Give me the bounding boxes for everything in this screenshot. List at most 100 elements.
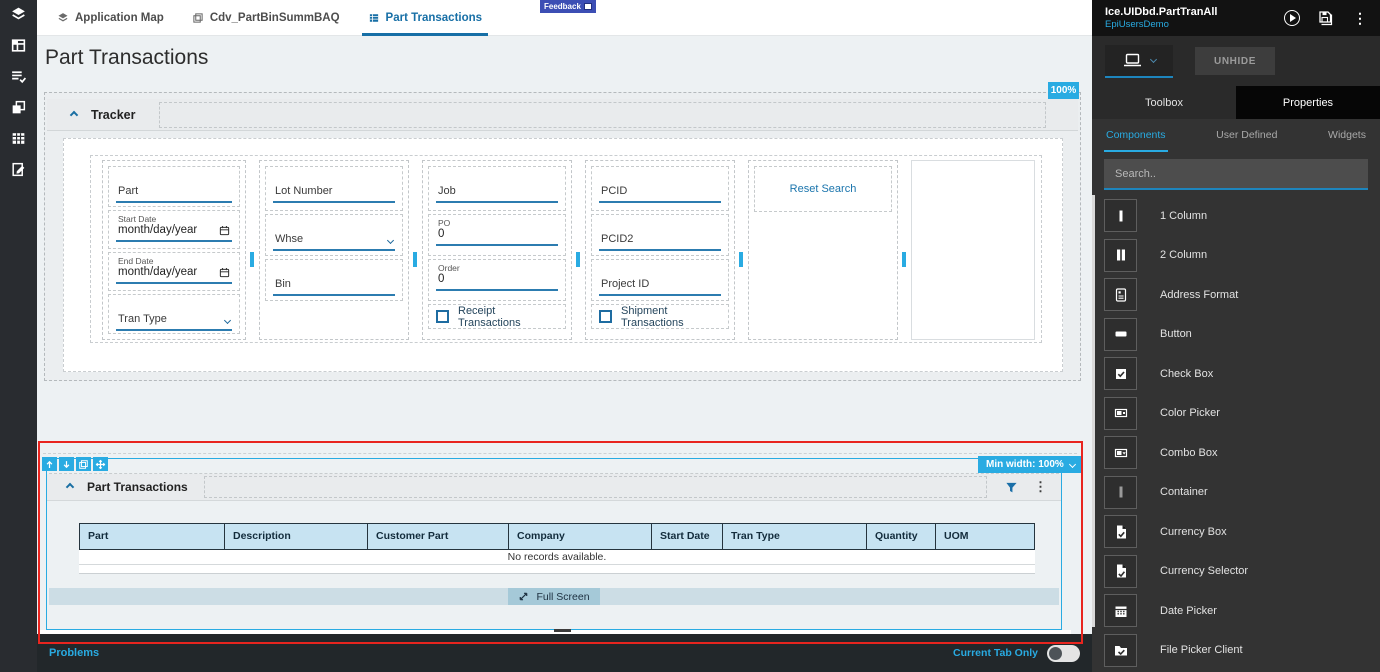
copy-button[interactable] — [76, 457, 91, 471]
preview-play-button[interactable] — [1284, 10, 1300, 26]
grid-column-header-tran-type[interactable]: Tran Type — [722, 523, 867, 550]
collapse-chevron-icon[interactable] — [65, 482, 75, 492]
feedback-badge[interactable]: Feedback — [540, 0, 596, 13]
component-search-input[interactable]: Search.. — [1104, 159, 1368, 190]
sidebar-flow-icon[interactable] — [7, 96, 31, 118]
column-drag-handle[interactable] — [250, 252, 254, 267]
filter-icon[interactable] — [1005, 481, 1018, 494]
grid-column-header-description[interactable]: Description — [224, 523, 368, 550]
save-button[interactable] — [1318, 10, 1335, 27]
column-drag-handle[interactable] — [413, 252, 417, 267]
subtab-widgets[interactable]: Widgets — [1326, 119, 1368, 152]
tracker-field-job[interactable]: Job — [428, 166, 566, 211]
component-item-1-column[interactable]: 1 Column — [1092, 196, 1380, 236]
tab-label: Cdv_PartBinSummBAQ — [209, 11, 340, 24]
component-item-currency-box[interactable]: Currency Box — [1092, 512, 1380, 552]
sidebar-edit-document-icon[interactable] — [7, 158, 31, 180]
grid-column-header-uom[interactable]: UOM — [935, 523, 1035, 550]
zoom-level-badge[interactable]: 100% — [1048, 82, 1079, 99]
tracker-field-start-date[interactable]: Start Date month/day/year — [108, 210, 240, 250]
kebab-menu-icon[interactable]: ⋮ — [1034, 479, 1047, 495]
sidebar-page-layout-icon[interactable] — [7, 34, 31, 56]
chevron-down-icon — [223, 316, 232, 325]
tracker-field-pcid[interactable]: PCID — [591, 166, 729, 211]
component-item-container[interactable]: Container — [1092, 473, 1380, 513]
tracker-field-receipt-transactions[interactable]: Receipt Transactions — [428, 304, 566, 329]
tab-application-map[interactable]: Application Map — [43, 0, 178, 36]
save-icon — [1319, 10, 1333, 25]
grid-column-header-part[interactable]: Part — [79, 523, 225, 550]
sidebar-layers-icon[interactable] — [7, 3, 31, 25]
tracker-field-pcid2[interactable]: PCID2 — [591, 214, 729, 256]
component-item-button[interactable]: Button — [1092, 315, 1380, 355]
component-item-combo-box[interactable]: Combo Box — [1092, 433, 1380, 473]
component-item-check-box[interactable]: Check Box — [1092, 354, 1380, 394]
sidebar-table-icon[interactable] — [7, 127, 31, 149]
calendar-icon[interactable] — [219, 267, 230, 278]
subtab-components[interactable]: Components — [1104, 119, 1168, 152]
device-selector[interactable] — [1105, 44, 1173, 78]
grid-column-header-customer-part[interactable]: Customer Part — [367, 523, 509, 550]
toolbox-subtabs: Components User Defined Widgets — [1092, 119, 1380, 152]
component-item-date-picker[interactable]: Date Picker — [1092, 591, 1380, 631]
tracker-field-order[interactable]: Order 0 — [428, 259, 566, 301]
app-id-subtitle: EpiUsersDemo — [1105, 19, 1169, 30]
tracker-field-shipment-transactions[interactable]: Shipment Transactions — [591, 304, 729, 329]
tracker-field-bin[interactable]: Bin — [265, 259, 403, 301]
file-picker-icon — [1104, 633, 1137, 667]
tracker-field-project-id[interactable]: Project ID — [591, 259, 729, 301]
move-button[interactable] — [93, 457, 108, 471]
component-list-scrollbar[interactable] — [1092, 195, 1095, 627]
current-tab-only-toggle[interactable] — [1047, 644, 1080, 662]
grid-column-header-quantity[interactable]: Quantity — [866, 523, 936, 550]
panel-tab-properties[interactable]: Properties — [1236, 86, 1380, 119]
full-screen-button[interactable]: Full Screen — [508, 588, 600, 605]
panel-kebab-menu-icon[interactable]: ⋮ — [1353, 10, 1367, 27]
calendar-icon[interactable] — [219, 225, 230, 236]
tab-layers-icon — [57, 12, 69, 24]
tracker-panel-header[interactable]: Tracker — [47, 99, 1078, 131]
selected-grid-panel[interactable]: Part Transactions ⋮ Part Description Custo… — [46, 458, 1062, 630]
tracker-field-whse[interactable]: Whse — [265, 214, 403, 256]
tracker-button-reset-search[interactable]: Reset Search — [754, 166, 892, 212]
column-drag-handle[interactable] — [576, 252, 580, 267]
grid-column-header-start-date[interactable]: Start Date — [651, 523, 723, 550]
component-item-file-picker-client[interactable]: File Picker Client — [1092, 631, 1380, 671]
tracker-field-tran-type[interactable]: Tran Type — [108, 293, 240, 334]
move-down-button[interactable] — [59, 457, 74, 471]
tab-cdv-partbinsummbaq[interactable]: Cdv_PartBinSummBAQ — [178, 0, 354, 36]
checkbox[interactable] — [599, 310, 612, 323]
problems-link[interactable]: Problems — [49, 647, 99, 659]
sidebar-list-check-icon[interactable] — [7, 65, 31, 87]
tracker-column: PCID PCID2 Project ID Shipment Transactions — [585, 160, 735, 340]
tab-part-transactions[interactable]: Part Transactions — [354, 0, 497, 36]
tracker-field-end-date[interactable]: End Date month/day/year — [108, 252, 240, 291]
tracker-field-part[interactable]: Part — [108, 166, 240, 208]
component-item-color-picker[interactable]: Color Picker — [1092, 394, 1380, 434]
checkbox[interactable] — [436, 310, 449, 323]
resize-handle[interactable] — [554, 629, 571, 632]
grid-panel-body: Part Description Customer Part Company Start… — [47, 501, 1061, 630]
feedback-flag-icon — [583, 3, 592, 10]
panel-tab-toolbox[interactable]: Toolbox — [1092, 86, 1236, 119]
grid-column-header-company[interactable]: Company — [508, 523, 652, 550]
grid-header-row: Part Description Customer Part Company Start… — [79, 523, 1035, 550]
tracker-field-lot-number[interactable]: Lot Number — [265, 166, 403, 211]
min-width-badge[interactable]: Min width: 100% — [978, 456, 1083, 473]
component-item-address-format[interactable]: Address Format — [1092, 275, 1380, 315]
component-item-currency-selector[interactable]: Currency Selector — [1092, 552, 1380, 592]
tracker-field-po[interactable]: PO 0 — [428, 214, 566, 256]
component-item-2-column[interactable]: 2 Column — [1092, 236, 1380, 276]
move-up-button[interactable] — [42, 457, 57, 471]
unhide-button[interactable]: UNHIDE — [1195, 47, 1275, 75]
button-icon — [1104, 317, 1137, 351]
component-label: Date Picker — [1160, 604, 1217, 617]
collapse-chevron-icon[interactable] — [69, 110, 79, 119]
column-drag-handle[interactable] — [739, 252, 743, 267]
toolbox-panel-header: Ice.UIDbd.PartTranAll EpiUsersDemo ⋮ — [1092, 0, 1380, 36]
subtab-user-defined[interactable]: User Defined — [1214, 119, 1279, 152]
column-drag-handle[interactable] — [902, 252, 906, 267]
grid-panel-header[interactable]: Part Transactions ⋮ — [47, 474, 1061, 501]
tracker-card: Part Start Date month/day/year End Date mont… — [63, 138, 1063, 372]
field-input: 0 — [436, 273, 558, 291]
